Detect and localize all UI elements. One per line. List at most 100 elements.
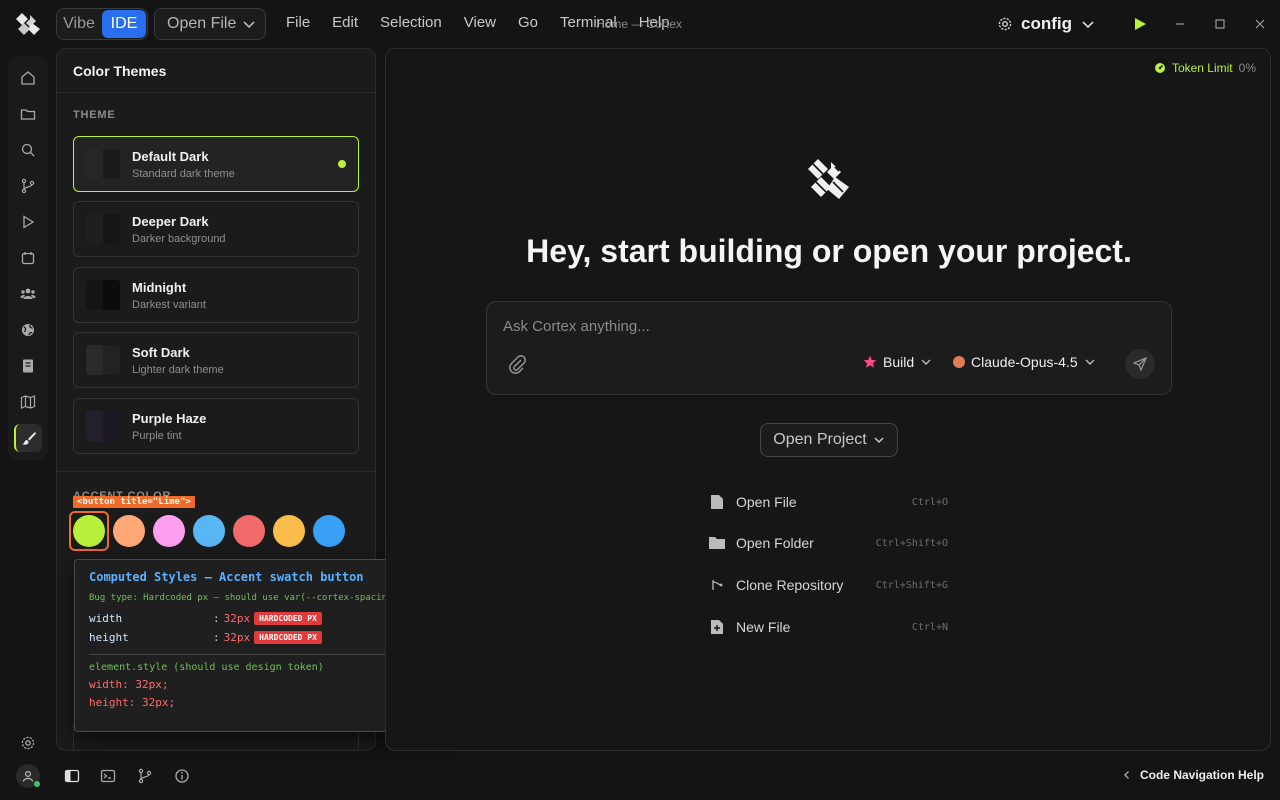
theme-card-soft-dark[interactable]: Soft Dark Lighter dark theme (73, 332, 359, 388)
style-value: 32px (223, 631, 251, 644)
close-button[interactable] (1240, 0, 1280, 48)
home-icon[interactable] (14, 64, 42, 92)
open-file-dropdown[interactable]: Open File (154, 8, 266, 40)
chat-input[interactable] (503, 318, 1103, 335)
menu-view[interactable]: View (464, 14, 496, 31)
style-property: width (89, 612, 123, 625)
quick-action-label: Open File (736, 494, 797, 510)
section-divider (57, 471, 375, 472)
run-button[interactable] (1120, 0, 1160, 48)
accent-swatch-pink[interactable] (153, 515, 185, 547)
shortcut-hint: Ctrl+Shift+G (875, 579, 948, 591)
toggle-sidebar-icon[interactable] (64, 768, 80, 789)
theme-preview-swatch (86, 149, 120, 179)
explorer-folder-icon[interactable] (14, 100, 42, 128)
settings-gear-icon[interactable] (20, 735, 36, 756)
theme-preview-swatch (86, 280, 120, 310)
chevron-down-icon (1085, 359, 1095, 365)
shortcut-hint: Ctrl+O (911, 496, 948, 508)
map-icon[interactable] (14, 388, 42, 416)
chevron-down-icon (874, 437, 884, 444)
colon: : (213, 631, 220, 644)
open-project-label: Open Project (773, 431, 867, 448)
cortex-logo-icon[interactable] (14, 10, 42, 38)
model-dropdown[interactable]: Claude-Opus-4.5 (953, 354, 1096, 370)
panel-title: Color Themes (57, 49, 375, 93)
color-theme-brush-icon[interactable] (14, 424, 42, 452)
config-label: config (1021, 14, 1072, 33)
selected-indicator-dot (338, 160, 346, 168)
globe-icon[interactable] (14, 316, 42, 344)
chat-box: Build Claude-Opus-4.5 (486, 301, 1172, 395)
team-users-icon[interactable] (14, 280, 42, 308)
accent-swatch-lime[interactable] (69, 511, 109, 551)
accent-swatch-amber[interactable] (273, 515, 305, 547)
accent-swatch-blue[interactable] (313, 515, 345, 547)
minimize-button[interactable] (1160, 0, 1200, 48)
paperclip-attach-icon[interactable] (507, 354, 527, 374)
vibe-mode-button[interactable]: Vibe (57, 9, 101, 39)
theme-name: Purple Haze (132, 411, 207, 426)
book-icon[interactable] (14, 352, 42, 380)
git-branch-icon[interactable] (137, 768, 153, 789)
quick-action-clone-repository[interactable]: Clone Repository Ctrl+Shift+G (708, 576, 948, 594)
accent-swatch-sky[interactable] (193, 515, 225, 547)
style-property: height (89, 631, 129, 644)
minimize-icon (1176, 23, 1184, 25)
hardcoded-badge: HARDCODED PX (254, 612, 322, 625)
shortcut-hint: Ctrl+Shift+O (875, 537, 948, 549)
theme-name: Midnight (132, 280, 187, 295)
menu-file[interactable]: File (286, 14, 310, 31)
theme-description: Darker background (132, 233, 226, 245)
quick-action-open-folder[interactable]: Open Folder Ctrl+Shift+O (708, 534, 948, 552)
build-mode-dropdown[interactable]: Build (863, 354, 932, 370)
colon: : (213, 612, 220, 625)
close-icon (1255, 19, 1265, 29)
token-limit-percent: 0% (1238, 61, 1256, 75)
cortex-logo-icon (808, 159, 849, 199)
quick-action-label: Clone Repository (736, 577, 844, 593)
info-icon[interactable] (174, 768, 190, 789)
quick-action-label: New File (736, 619, 791, 635)
ide-mode-button[interactable]: IDE (102, 10, 146, 38)
theme-name: Soft Dark (132, 345, 190, 360)
window-title: Home — Cortex (596, 17, 683, 31)
theme-card-deeper-dark[interactable]: Deeper Dark Darker background (73, 201, 359, 257)
hero-heading: Hey, start building or open your project… (526, 233, 1132, 269)
terminal-icon[interactable] (100, 768, 116, 789)
shortcut-hint: Ctrl+N (911, 621, 948, 633)
quick-action-open-file[interactable]: Open File Ctrl+O (708, 493, 948, 511)
config-dropdown[interactable]: config (997, 14, 1096, 34)
maximize-button[interactable] (1200, 0, 1240, 48)
style-value: 32px (223, 612, 251, 625)
menu-go[interactable]: Go (518, 14, 538, 31)
accent-swatch-red[interactable] (233, 515, 265, 547)
maximize-icon (1215, 19, 1225, 29)
mode-toggle: Vibe IDE (56, 8, 148, 40)
token-limit-indicator[interactable]: Token Limit 0% (1154, 61, 1256, 75)
token-limit-label: Token Limit (1171, 61, 1233, 75)
gear-icon (998, 17, 1012, 31)
code-navigation-help-button[interactable]: Code Navigation Help (1122, 768, 1264, 782)
menu-edit[interactable]: Edit (332, 14, 358, 31)
quick-action-new-file[interactable]: New File Ctrl+N (708, 618, 948, 636)
menu-selection[interactable]: Selection (380, 14, 442, 31)
new-file-icon (708, 618, 726, 636)
title-bar: Vibe IDE Open File File Edit Selection V… (0, 0, 1280, 48)
extensions-icon[interactable] (14, 244, 42, 272)
theme-card-purple-haze[interactable]: Purple Haze Purple tint (73, 398, 359, 454)
theme-card-default-dark[interactable]: Default Dark Standard dark theme (73, 136, 359, 192)
theme-card-midnight[interactable]: Midnight Darkest variant (73, 267, 359, 323)
search-icon[interactable] (14, 136, 42, 164)
send-button[interactable] (1125, 349, 1155, 379)
code-navigation-help-label: Code Navigation Help (1139, 768, 1264, 782)
run-debug-icon[interactable] (14, 208, 42, 236)
play-icon (1135, 18, 1146, 30)
accent-swatch-peach[interactable] (113, 515, 145, 547)
theme-preview-swatch (86, 411, 120, 441)
gauge-icon (1154, 63, 1165, 73)
source-control-icon[interactable] (14, 172, 42, 200)
send-icon (1133, 357, 1147, 371)
chevron-down-icon (1082, 21, 1094, 29)
open-project-dropdown[interactable]: Open Project (760, 423, 898, 457)
